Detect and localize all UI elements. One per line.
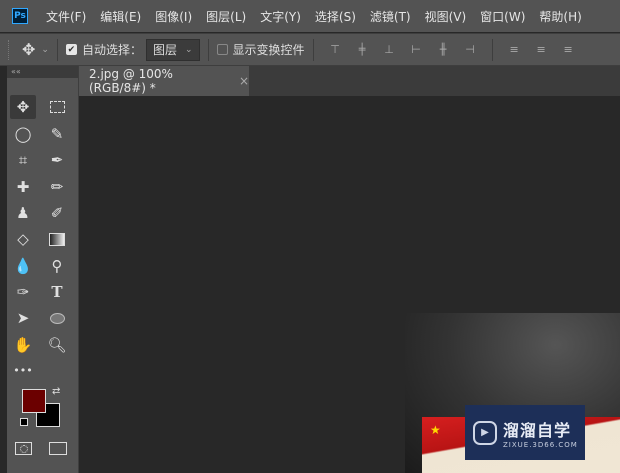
align-top-icon[interactable]: ⊤	[329, 43, 342, 56]
chevron-down-icon[interactable]: ⌄	[41, 45, 49, 55]
align-vcenter-icon[interactable]: ╪	[356, 43, 369, 56]
healing-brush-tool-icon[interactable]: ✚	[10, 175, 36, 199]
play-logo-icon: ▶	[473, 420, 497, 445]
menu-type[interactable]: 文字(Y)	[260, 8, 301, 25]
auto-select-target-dropdown[interactable]: 图层 ⌄	[145, 38, 200, 61]
swap-colors-icon[interactable]: ⇄	[52, 386, 60, 397]
menu-help[interactable]: 帮助(H)	[539, 8, 581, 25]
align-hcenter-icon[interactable]: ╫	[437, 43, 450, 56]
auto-select-target-value: 图层	[152, 43, 177, 57]
eraser-tool-icon[interactable]: ◇	[10, 227, 36, 251]
close-tab-icon[interactable]: ×	[239, 74, 249, 88]
document-canvas-image[interactable]: ★ ▶ 溜溜自学 ZIXUE.3D66.COM	[405, 313, 620, 473]
auto-select-label: 自动选择：	[81, 43, 142, 57]
blur-tool-icon[interactable]: 💧	[10, 254, 36, 278]
pen-tool-icon[interactable]: ✑	[10, 280, 36, 304]
align-right-icon[interactable]: ⊣	[464, 43, 477, 56]
chevron-down-icon: ⌄	[184, 44, 193, 55]
watermark-url: ZIXUE.3D66.COM	[503, 440, 578, 449]
ellipse-tool-icon[interactable]	[44, 306, 70, 330]
menu-layer[interactable]: 图层(L)	[206, 8, 246, 25]
divider	[207, 38, 209, 61]
document-tab-bar: 2.jpg @ 100%(RGB/8#) * ×	[79, 66, 620, 96]
quick-mask-icon[interactable]	[15, 442, 32, 455]
document-tab[interactable]: 2.jpg @ 100%(RGB/8#) * ×	[79, 66, 249, 96]
lasso-tool-icon[interactable]: ◯	[10, 122, 36, 146]
menu-file[interactable]: 文件(F)	[46, 8, 86, 25]
crop-tool-icon[interactable]: ⌗	[10, 148, 36, 172]
more-tools-icon[interactable]: •••	[10, 358, 36, 382]
marquee-tool-icon[interactable]	[44, 95, 70, 119]
clone-stamp-tool-icon[interactable]: ♟	[10, 201, 36, 225]
distribute-vcenter-icon[interactable]: ≡	[535, 43, 548, 56]
menu-select[interactable]: 选择(S)	[315, 8, 356, 25]
align-left-icon[interactable]: ⊢	[410, 43, 423, 56]
dodge-tool-icon[interactable]: ⚲	[44, 254, 70, 278]
distribute-top-icon[interactable]: ≡	[508, 43, 521, 56]
watermark: ▶ 溜溜自学 ZIXUE.3D66.COM	[465, 405, 585, 460]
options-bar: ✥ ⌄ ✔ 自动选择： 图层 ⌄ 显示变换控件 ⊤ ╪ ⊥ ⊢ ╫ ⊣ ≡ ≡ …	[0, 33, 620, 66]
menu-edit[interactable]: 编辑(E)	[100, 8, 141, 25]
menu-filter[interactable]: 滤镜(T)	[370, 8, 411, 25]
eyedropper-tool-icon[interactable]: ✒	[44, 148, 70, 172]
options-grip[interactable]	[8, 39, 12, 60]
collapse-panel-button[interactable]: ««	[7, 66, 78, 78]
divider	[491, 38, 493, 61]
align-bottom-icon[interactable]: ⊥	[383, 43, 396, 56]
show-transform-label: 显示变换控件	[232, 43, 305, 57]
foreground-color-swatch[interactable]	[22, 389, 46, 413]
brush-tool-icon[interactable]: ✏	[44, 175, 70, 199]
zoom-tool-icon[interactable]: 🔍︎	[44, 333, 70, 357]
move-tool-preset-icon[interactable]: ✥	[22, 40, 35, 59]
move-tool-icon[interactable]: ✥	[10, 95, 36, 119]
gradient-tool-icon[interactable]	[44, 227, 70, 251]
photoshop-logo: Ps	[12, 8, 28, 24]
document-tab-title: 2.jpg @ 100%(RGB/8#) *	[89, 67, 173, 95]
distribute-bottom-icon[interactable]: ≡	[562, 43, 575, 56]
hand-tool-icon[interactable]: ✋	[10, 333, 36, 357]
history-brush-tool-icon[interactable]: ✐	[44, 201, 70, 225]
tools-panel: «« ✥ ◯ ✎ ⌗ ✒ ✚ ✏ ♟ ✐ ◇ 💧 ⚲ ✑ T ➤ ✋ 🔍︎ ••…	[7, 66, 79, 473]
divider	[56, 38, 58, 61]
menu-view[interactable]: 视图(V)	[425, 8, 467, 25]
show-transform-checkbox[interactable]	[216, 44, 228, 55]
default-colors-icon[interactable]	[20, 418, 28, 426]
quick-select-tool-icon[interactable]: ✎	[44, 122, 70, 146]
watermark-title: 溜溜自学	[503, 420, 572, 440]
path-selection-tool-icon[interactable]: ➤	[10, 306, 36, 330]
menu-bar: Ps 文件(F) 编辑(E) 图像(I) 图层(L) 文字(Y) 选择(S) 滤…	[0, 0, 620, 32]
divider	[312, 38, 314, 61]
menu-window[interactable]: 窗口(W)	[480, 8, 525, 25]
menu-image[interactable]: 图像(I)	[155, 8, 192, 25]
auto-select-checkbox[interactable]: ✔	[65, 44, 77, 55]
screen-mode-icon[interactable]	[49, 442, 67, 455]
type-tool-icon[interactable]: T	[44, 280, 70, 304]
